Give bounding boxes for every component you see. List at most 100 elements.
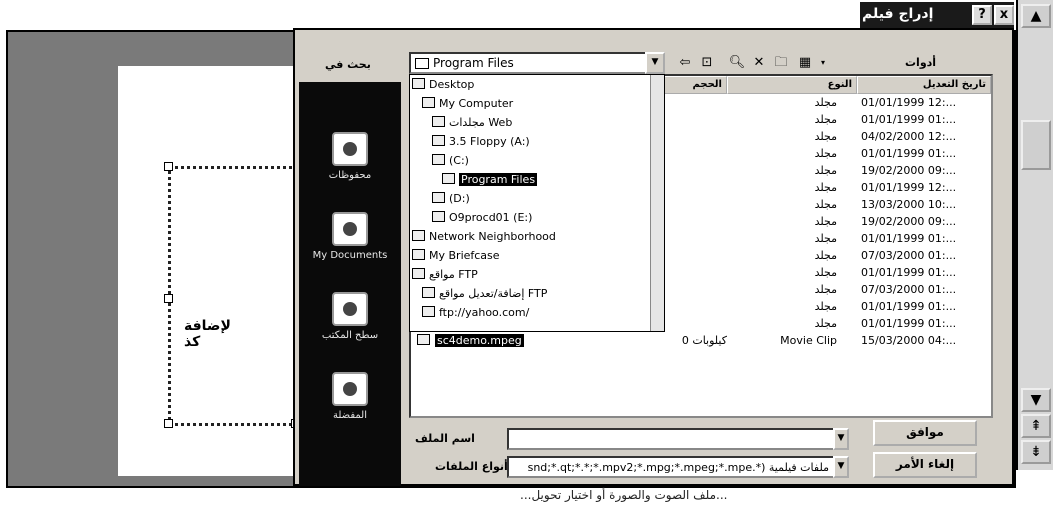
file-name-input[interactable] bbox=[507, 428, 835, 450]
file-date: 19/02/2000 09:... bbox=[861, 164, 957, 177]
place-favorites[interactable]: المفضلة bbox=[299, 372, 401, 421]
look-in-label: بحث في bbox=[325, 58, 371, 71]
views-icon[interactable]: ▦ bbox=[795, 54, 815, 72]
file-type-select[interactable]: ملفات فيلمية (*.snd;*.qt;*.*;*.mpv2;*.mp… bbox=[507, 456, 835, 478]
dialog-title: إدراج فيلم bbox=[862, 6, 934, 22]
chevron-down-icon[interactable]: ▼ bbox=[645, 52, 665, 74]
file-name: sc4demo.mpeg bbox=[417, 334, 657, 347]
places-bar: محفوظات My Documents سطح المكتب المفضلة bbox=[299, 82, 401, 486]
dropdown-item[interactable]: Program Files bbox=[442, 172, 538, 189]
dropdown-item[interactable]: Network Neighborhood bbox=[412, 229, 556, 246]
dropdown-item[interactable]: 3.5 Floppy (A:) bbox=[432, 134, 530, 151]
place-label: المفضلة bbox=[332, 410, 367, 421]
location-icon bbox=[432, 116, 445, 127]
dropdown-item[interactable]: My Computer bbox=[422, 96, 513, 113]
dropdown-item[interactable]: (D:) bbox=[432, 191, 470, 208]
scroll-thumb[interactable] bbox=[1021, 120, 1051, 170]
close-icon[interactable]: x bbox=[994, 5, 1014, 25]
cancel-button[interactable]: إلغاء الأمر bbox=[873, 452, 977, 478]
file-type: مجلد bbox=[814, 317, 837, 330]
place-label: محفوظات bbox=[328, 170, 372, 181]
file-type: مجلد bbox=[814, 164, 837, 177]
search-web-icon[interactable]: 🔍︎ bbox=[727, 54, 747, 72]
location-icon bbox=[412, 268, 425, 279]
dropdown-item[interactable]: O9procd01 (E:) bbox=[432, 210, 532, 227]
file-type-label: أنواع الملفات bbox=[435, 460, 508, 473]
column-type[interactable]: النوع bbox=[727, 76, 857, 94]
column-date[interactable]: تاريخ التعديل bbox=[857, 76, 991, 94]
tools-menu[interactable]: أدوات bbox=[905, 56, 936, 69]
file-type: مجلد bbox=[814, 130, 837, 143]
dropdown-item[interactable]: مواقع FTP bbox=[412, 267, 478, 284]
file-type: مجلد bbox=[814, 249, 837, 262]
dropdown-item[interactable]: إضافة/تعديل مواقع FTP bbox=[422, 286, 547, 303]
up-folder-icon[interactable]: ⊡ bbox=[697, 54, 717, 72]
location-icon bbox=[412, 78, 425, 89]
chevron-down-icon[interactable]: ▼ bbox=[833, 456, 849, 478]
prev-slide-icon[interactable]: ⇞ bbox=[1021, 414, 1051, 438]
look-in-select[interactable]: Program Files bbox=[409, 52, 665, 74]
desktop-icon bbox=[332, 292, 368, 326]
back-icon[interactable]: ⇦ bbox=[675, 54, 695, 72]
location-icon bbox=[422, 287, 435, 298]
delete-icon[interactable]: ✕ bbox=[749, 54, 769, 72]
my-documents-icon bbox=[332, 212, 368, 246]
file-type: مجلد bbox=[814, 266, 837, 279]
file-date: 01/01/1999 01:... bbox=[861, 232, 957, 245]
next-slide-icon[interactable]: ⇟ bbox=[1021, 440, 1051, 464]
location-icon bbox=[442, 173, 455, 184]
file-type: مجلد bbox=[814, 181, 837, 194]
scroll-down-icon[interactable]: ▼ bbox=[1021, 388, 1051, 412]
help-icon[interactable]: ? bbox=[972, 5, 992, 25]
folder-icon bbox=[415, 58, 429, 69]
new-folder-icon[interactable]: 🗀 bbox=[771, 54, 791, 72]
dropdown-item[interactable]: My Briefcase bbox=[412, 248, 500, 265]
file-row[interactable]: sc4demo.mpeg 0 كيلوبات Movie Clip 15/03/200… bbox=[411, 334, 991, 351]
views-dropdown-icon[interactable]: ▾ bbox=[813, 54, 833, 72]
location-icon bbox=[422, 97, 435, 108]
status-text: ...ملف الصوت والصورة أو اختيار تحويل... bbox=[0, 488, 1053, 508]
location-icon bbox=[422, 306, 435, 317]
scroll-up-icon[interactable]: ▲ bbox=[1021, 4, 1051, 28]
location-icon bbox=[432, 211, 445, 222]
file-date: 01/01/1999 12:... bbox=[861, 181, 957, 194]
ok-button-label: موافق bbox=[906, 425, 944, 439]
dropdown-scrollbar[interactable] bbox=[650, 75, 664, 331]
place-label: سطح المكتب bbox=[321, 330, 379, 341]
file-date: 01/01/1999 01:... bbox=[861, 113, 957, 126]
file-type: مجلد bbox=[814, 147, 837, 160]
location-icon bbox=[412, 249, 425, 260]
place-desktop[interactable]: سطح المكتب bbox=[299, 292, 401, 341]
file-date: 07/03/2000 01:... bbox=[861, 283, 957, 296]
place-my-documents[interactable]: My Documents bbox=[299, 212, 401, 261]
chevron-down-icon[interactable]: ▼ bbox=[833, 428, 849, 450]
location-icon bbox=[412, 230, 425, 241]
dropdown-item[interactable]: Desktop bbox=[412, 77, 474, 94]
file-type: مجلد bbox=[814, 198, 837, 211]
file-date: 01/01/1999 12:... bbox=[861, 96, 957, 109]
dialog-titlebar: x ? إدراج فيلم bbox=[860, 2, 1014, 28]
file-type: مجلد bbox=[814, 283, 837, 296]
file-size: 0 كيلوبات bbox=[681, 334, 727, 347]
vertical-scrollbar[interactable]: ▲ ▼ ⇞ ⇟ bbox=[1016, 0, 1053, 470]
file-type: مجلد bbox=[814, 232, 837, 245]
file-type: مجلد bbox=[814, 215, 837, 228]
file-date: 19/02/2000 09:... bbox=[861, 215, 957, 228]
file-date: 07/03/2000 01:... bbox=[861, 249, 957, 262]
file-date: 01/01/1999 01:... bbox=[861, 300, 957, 313]
dropdown-item[interactable]: ftp://yahoo.com/ bbox=[422, 305, 529, 322]
dropdown-item[interactable]: مجلدات Web bbox=[432, 115, 512, 132]
ok-button[interactable]: موافق bbox=[873, 420, 977, 446]
file-type: مجلد bbox=[814, 96, 837, 109]
dialog-body: بحث في Program Files ▼ ⇦ ⊡ 🔍︎ ✕ 🗀 ▦ ▾ أد… bbox=[293, 28, 1014, 486]
dropdown-item[interactable]: (C:) bbox=[432, 153, 469, 170]
file-type: مجلد bbox=[814, 300, 837, 313]
cancel-button-label: إلغاء الأمر bbox=[895, 457, 955, 471]
place-history[interactable]: محفوظات bbox=[299, 132, 401, 181]
column-size[interactable]: الحجم bbox=[661, 76, 727, 94]
look-in-dropdown-list[interactable]: Desktop My Computer مجلدات Web 3.5 Floppy (… bbox=[409, 74, 665, 332]
file-date: 04/02/2000 12:... bbox=[861, 130, 957, 143]
file-date: 01/01/1999 01:... bbox=[861, 266, 957, 279]
folder-icon bbox=[417, 334, 430, 345]
location-icon bbox=[432, 192, 445, 203]
